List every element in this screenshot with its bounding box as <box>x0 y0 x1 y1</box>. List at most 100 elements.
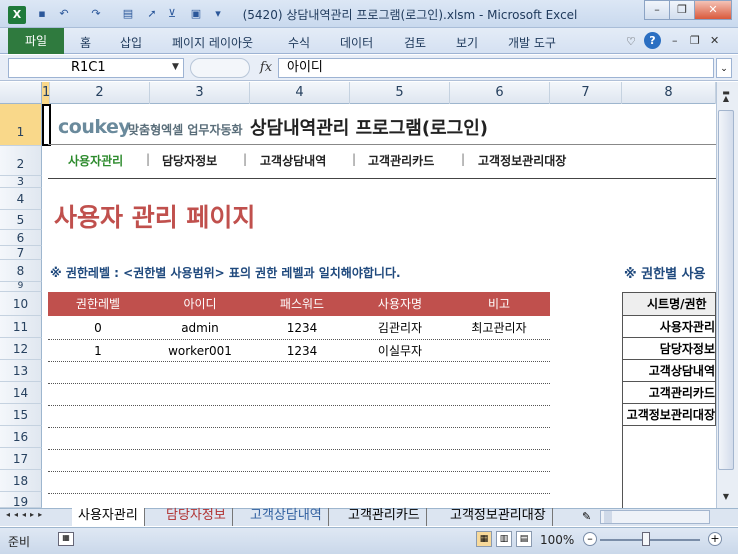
normal-view-icon[interactable]: ▦ <box>476 531 492 547</box>
tab-insert[interactable]: 삽입 <box>120 34 142 51</box>
vertical-scroll-thumb[interactable] <box>718 110 734 470</box>
table-cell[interactable]: 이실무자 <box>352 340 448 362</box>
sheet-tab-customer-card[interactable]: 고객관리카드 <box>342 508 427 526</box>
workbook-close-icon[interactable]: ✕ <box>710 34 719 47</box>
nav-top-divider <box>48 144 716 145</box>
row-header[interactable]: 13 <box>0 360 42 382</box>
nav-consultation-history[interactable]: 고객상담내역 <box>260 152 326 169</box>
table-cell[interactable] <box>448 340 550 362</box>
nav-user-management[interactable]: 사용자관리 <box>68 152 123 169</box>
tab-view[interactable]: 보기 <box>456 34 478 51</box>
workbook-minimize-icon[interactable]: – <box>672 34 678 47</box>
column-header[interactable]: 7 <box>550 82 622 104</box>
scroll-down-icon[interactable]: ▼ <box>718 492 734 506</box>
row-header[interactable]: 6 <box>0 230 42 246</box>
row-header[interactable]: 17 <box>0 448 42 470</box>
row-header[interactable]: 1 <box>0 104 42 146</box>
macro-record-icon[interactable]: ▦ <box>58 532 74 546</box>
row-header[interactable]: 10 <box>0 292 42 316</box>
row-header[interactable]: 5 <box>0 210 42 230</box>
active-cell[interactable] <box>42 104 51 146</box>
sheet-tab-consultation-history[interactable]: 고객상담내역 <box>244 508 329 526</box>
workbook-restore-icon[interactable]: ❐ <box>690 34 700 47</box>
permission-row[interactable]: 고객정보관리대장 <box>622 404 716 426</box>
column-header[interactable]: 8 <box>622 82 716 104</box>
permission-row[interactable]: 고객관리카드 <box>622 382 716 404</box>
select-all-corner[interactable] <box>0 82 42 104</box>
permission-row[interactable]: 사용자관리 <box>622 316 716 338</box>
row-header[interactable]: 11 <box>0 316 42 338</box>
tab-review[interactable]: 검토 <box>404 34 426 51</box>
nav-customer-card[interactable]: 고객관리카드 <box>368 152 434 169</box>
table-cell[interactable]: 최고관리자 <box>448 317 550 339</box>
page-layout-view-icon[interactable]: ▥ <box>496 531 512 547</box>
table-cell[interactable]: 1234 <box>252 317 352 339</box>
zoom-level[interactable]: 100% <box>540 533 574 547</box>
row-header[interactable]: 7 <box>0 246 42 260</box>
zoom-out-icon[interactable]: – <box>583 532 597 546</box>
restore-button[interactable]: ❐ <box>669 0 695 20</box>
row-header[interactable]: 3 <box>0 176 42 188</box>
sheet-tab-user-management[interactable]: 사용자관리 <box>72 508 145 526</box>
insert-sheet-icon[interactable]: ✎ <box>582 510 591 523</box>
permission-row[interactable]: 고객상담내역 <box>622 360 716 382</box>
save-icon[interactable]: ▪ <box>34 6 50 22</box>
tab-formulas[interactable]: 수식 <box>288 34 310 51</box>
row-header[interactable]: 9 <box>0 282 42 292</box>
row-header[interactable]: 15 <box>0 404 42 426</box>
help-icon[interactable]: ? <box>644 32 661 49</box>
page-break-view-icon[interactable]: ▤ <box>516 531 532 547</box>
insert-function-button[interactable]: fx <box>256 58 276 78</box>
name-box[interactable]: R1C1 <box>8 58 184 78</box>
column-header[interactable]: 3 <box>150 82 250 104</box>
sheet-tab-manager-info[interactable]: 담당자정보 <box>160 508 233 526</box>
column-header[interactable]: 1 <box>42 82 50 104</box>
form-icon[interactable]: ▤ <box>120 6 136 22</box>
column-header[interactable]: 5 <box>350 82 450 104</box>
sheet-tab-customer-ledger[interactable]: 고객정보관리대장 <box>444 508 553 526</box>
zoom-slider-knob[interactable] <box>642 532 650 546</box>
tab-home[interactable]: 홈 <box>80 34 91 51</box>
minimize-button[interactable]: – <box>644 0 670 20</box>
row-header[interactable]: 12 <box>0 338 42 360</box>
row-header[interactable]: 16 <box>0 426 42 448</box>
row-header[interactable]: 2 <box>0 146 42 176</box>
column-header[interactable]: 2 <box>50 82 150 104</box>
table-cell[interactable]: worker001 <box>148 340 252 362</box>
close-button[interactable]: ✕ <box>694 0 732 20</box>
name-box-dropdown-icon[interactable]: ▼ <box>172 62 179 72</box>
table-cell[interactable]: 0 <box>48 317 148 339</box>
tab-developer[interactable]: 개발 도구 <box>508 34 556 51</box>
row-header[interactable]: 19 <box>0 492 42 509</box>
table-cell[interactable]: 1234 <box>252 340 352 362</box>
formula-input[interactable]: 아이디 <box>278 58 714 78</box>
excel-icon[interactable]: X <box>8 6 26 24</box>
pointer-icon[interactable]: ➚ <box>144 6 160 22</box>
row-header[interactable]: 14 <box>0 382 42 404</box>
filter-icon[interactable]: ⊻ <box>164 6 180 22</box>
permission-row[interactable]: 담당자정보 <box>622 338 716 360</box>
sheet-nav-arrows-icon[interactable]: ◂◂◂▸▸ <box>6 510 46 519</box>
collapse-ribbon-icon[interactable]: ♡ <box>626 35 636 48</box>
row-header[interactable]: 8 <box>0 260 42 282</box>
tab-data[interactable]: 데이터 <box>340 34 373 51</box>
nav-customer-ledger[interactable]: 고객정보관리대장 <box>478 152 566 169</box>
row-header[interactable]: 4 <box>0 188 42 210</box>
horizontal-scrollbar[interactable] <box>600 510 710 524</box>
column-header[interactable]: 6 <box>450 82 550 104</box>
table-cell[interactable]: 1 <box>48 340 148 362</box>
tab-page-layout[interactable]: 페이지 레이아웃 <box>172 34 253 51</box>
column-header[interactable]: 4 <box>250 82 350 104</box>
redo-icon[interactable]: ↷ <box>88 6 104 22</box>
file-tab[interactable]: 파일 <box>8 28 64 54</box>
table-cell[interactable]: admin <box>148 317 252 339</box>
expand-formula-bar-icon[interactable]: ⌄ <box>716 58 732 78</box>
row-header[interactable]: 18 <box>0 470 42 492</box>
undo-icon[interactable]: ↶ <box>56 6 72 22</box>
nav-manager-info[interactable]: 담당자정보 <box>162 152 217 169</box>
table-cell[interactable]: 김관리자 <box>352 317 448 339</box>
horizontal-scroll-thumb[interactable] <box>604 511 612 523</box>
scroll-up-icon[interactable]: ▲ <box>718 94 734 108</box>
zoom-slider-track[interactable] <box>600 539 700 541</box>
zoom-in-icon[interactable]: + <box>708 532 722 546</box>
